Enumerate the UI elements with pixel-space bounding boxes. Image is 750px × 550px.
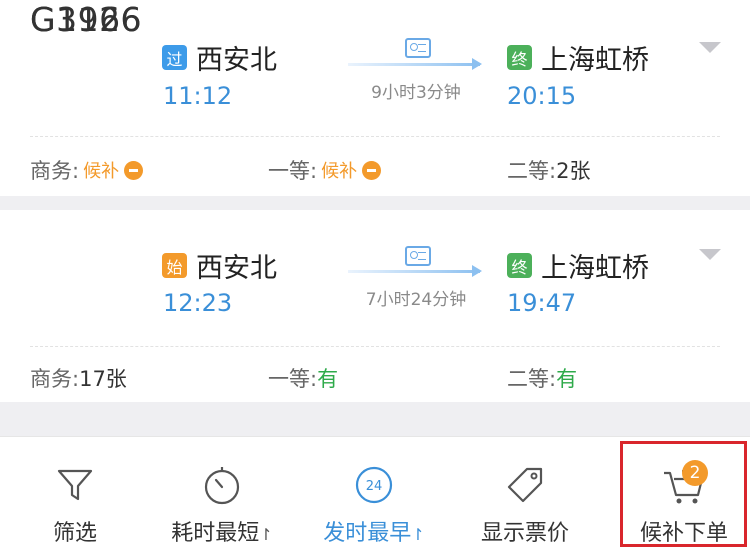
seat-second-class: 二等: 2张: [507, 155, 590, 185]
clock-24-icon: 24: [352, 461, 396, 509]
filter-button[interactable]: 筛选: [30, 437, 120, 550]
departure-station-name: 西安北: [196, 45, 277, 76]
filter-icon: [55, 461, 95, 509]
travel-duration: 9小时3分钟: [371, 83, 461, 103]
origin-badge: 始: [162, 253, 187, 278]
clock-24-text: 24: [366, 479, 383, 494]
terminal-badge: 终: [507, 45, 532, 70]
terminal-badge: 终: [507, 253, 532, 278]
arrival-station: 终 上海虹桥: [507, 38, 649, 77]
route-arrow: [348, 265, 482, 277]
route-arrow: [348, 58, 482, 70]
seat-first-class: 一等: 有: [268, 363, 338, 393]
sort-earliest-button[interactable]: 24 发时最早↾: [312, 437, 436, 550]
seat-class-label: 一等:: [268, 159, 318, 183]
seat-business: 商务: 17张: [30, 363, 127, 393]
waitlist-minus-icon: [362, 160, 382, 180]
id-card-icon: [405, 38, 431, 58]
sort-shortest-text: 耗时最短: [171, 521, 260, 546]
arrival-time: 20:15: [507, 82, 577, 110]
seat-second-class: 二等: 有: [507, 363, 577, 393]
departure-time: 11:12: [163, 82, 233, 110]
price-tag-icon: [503, 461, 547, 509]
seat-class-label: 二等:: [507, 367, 557, 391]
sort-arrow-icon: ↾: [411, 525, 425, 544]
seat-business: 商务: 候补: [30, 155, 144, 185]
show-price-button[interactable]: 显示票价: [470, 437, 580, 550]
departure-station: 过 西安北: [162, 38, 277, 77]
train-number: G1926: [30, 0, 143, 39]
departure-time: 12:23: [163, 289, 233, 317]
bottom-toolbar: 筛选 耗时最短↾ 24 发时最早↾ 显示票价 候补下单: [0, 436, 750, 550]
divider: [30, 346, 720, 347]
seat-availability: 2张: [556, 159, 591, 183]
sort-earliest-text: 发时最早: [323, 521, 412, 546]
waitlist-count-badge: 2: [682, 460, 708, 486]
waitlist-status: 候补: [83, 161, 120, 182]
id-card-icon: [405, 246, 431, 266]
seat-availability: 有: [317, 367, 339, 391]
expand-arrow-icon[interactable]: [699, 42, 721, 53]
seat-class-label: 商务:: [30, 367, 80, 391]
waitlist-status: 候补: [321, 161, 358, 182]
sort-arrow-icon: ↾: [259, 525, 273, 544]
arrival-time: 19:47: [507, 289, 577, 317]
expand-arrow-icon[interactable]: [699, 249, 721, 260]
pass-through-badge: 过: [162, 45, 187, 70]
departure-station-name: 西安北: [196, 253, 277, 284]
sort-shortest-label: 耗时最短↾: [171, 515, 272, 547]
seat-availability: 17张: [79, 367, 127, 391]
sort-earliest-label: 发时最早↾: [323, 515, 424, 547]
seat-class-label: 商务:: [30, 159, 80, 183]
arrival-station-name: 上海虹桥: [541, 45, 649, 76]
waitlist-order-label: 候补下单: [639, 521, 728, 546]
divider: [30, 136, 720, 137]
sort-shortest-button[interactable]: 耗时最短↾: [162, 437, 282, 550]
stopwatch-icon: [200, 461, 244, 509]
departure-station: 始 西安北: [162, 246, 277, 285]
seat-class-label: 一等:: [268, 367, 318, 391]
travel-duration: 7小时24分钟: [365, 290, 467, 310]
seat-first-class: 一等: 候补: [268, 155, 382, 185]
waitlist-order-button[interactable]: 候补下单: [624, 437, 744, 550]
seat-class-label: 二等:: [507, 159, 557, 183]
seat-availability: 有: [556, 367, 578, 391]
arrival-station: 终 上海虹桥: [507, 246, 649, 285]
show-price-label: 显示票价: [480, 521, 569, 546]
filter-label: 筛选: [52, 521, 97, 546]
waitlist-minus-icon: [124, 160, 144, 180]
arrival-station-name: 上海虹桥: [541, 253, 649, 284]
